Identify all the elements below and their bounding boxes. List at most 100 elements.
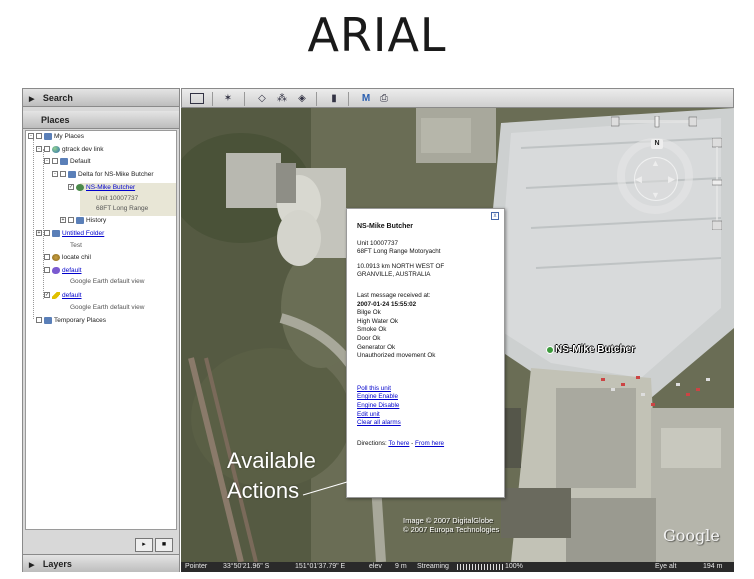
map-view[interactable]: N ▲ ▼ ◀ ▶ NS-Mike Butcher x NS-Mike Butc… bbox=[181, 108, 734, 562]
toolbar: ✶ ◇ ⁂ ◈ ▮ M ⎙ bbox=[181, 88, 734, 108]
tree-item-link[interactable]: NS-Mike Butcher bbox=[86, 184, 135, 191]
gear-icon bbox=[52, 253, 60, 261]
email-icon[interactable]: M bbox=[360, 93, 372, 104]
polygon-add-icon[interactable]: ◇ bbox=[256, 93, 268, 104]
collapse-toggle-icon[interactable]: - bbox=[52, 171, 58, 178]
play-button[interactable]: ▸ bbox=[135, 538, 153, 552]
tree-item-link[interactable]: default bbox=[62, 292, 82, 299]
close-icon[interactable]: x bbox=[491, 212, 499, 220]
arrow-left-icon[interactable]: ◀ bbox=[635, 174, 642, 185]
sidebar-toggle-icon[interactable] bbox=[190, 93, 204, 104]
toolbar-separator bbox=[244, 92, 245, 106]
directions-to-here-link[interactable]: To here bbox=[388, 440, 409, 447]
engine-disable-link[interactable]: Engine Disable bbox=[357, 402, 399, 409]
folder-icon bbox=[60, 157, 68, 165]
placemark-icon bbox=[76, 183, 84, 191]
copyright-line: © 2007 Europa Technologies bbox=[403, 525, 500, 534]
expand-toggle-icon[interactable]: + bbox=[60, 217, 66, 224]
elevation-value: 9 m bbox=[395, 563, 407, 570]
tree-guide bbox=[43, 149, 44, 299]
tree-item-untitled[interactable]: + Untitled Folder bbox=[36, 229, 104, 239]
collapse-toggle-icon[interactable]: - bbox=[36, 146, 42, 153]
checkbox[interactable] bbox=[44, 230, 50, 237]
collapse-toggle-icon[interactable]: - bbox=[28, 133, 34, 140]
arrow-right-icon[interactable]: ▶ bbox=[668, 174, 675, 185]
expand-toggle-icon[interactable]: + bbox=[36, 230, 42, 237]
streaming-label: Streaming bbox=[417, 563, 449, 570]
tree-item-link[interactable]: Untitled Folder bbox=[62, 230, 104, 237]
tree-item-delta[interactable]: - Delta for NS-Mike Butcher bbox=[52, 170, 154, 180]
poll-unit-link[interactable]: Poll this unit bbox=[357, 385, 391, 392]
overlay-add-icon[interactable]: ◈ bbox=[296, 93, 308, 104]
directions-from-here-link[interactable]: From here bbox=[415, 440, 444, 447]
checkbox[interactable] bbox=[44, 267, 50, 274]
tree-item-link[interactable]: default bbox=[62, 267, 82, 274]
tree-item-locate[interactable]: locate chil bbox=[44, 253, 91, 263]
tree-item-default-folder[interactable]: - Default bbox=[44, 157, 91, 167]
tree-item-placemark[interactable]: ✓ NS-Mike Butcher bbox=[68, 183, 135, 193]
status-line: Generator Ok bbox=[357, 343, 396, 351]
collapse-toggle-icon[interactable]: - bbox=[44, 158, 50, 165]
balloon-title: NS-Mike Butcher bbox=[357, 223, 414, 230]
arrow-down-icon[interactable]: ▼ bbox=[651, 190, 660, 200]
tree-item-my-places[interactable]: - My Places bbox=[28, 132, 84, 142]
checkbox[interactable] bbox=[52, 158, 58, 165]
checkbox-checked[interactable]: ✓ bbox=[44, 292, 50, 299]
engine-enable-link[interactable]: Engine Enable bbox=[357, 393, 398, 400]
print-icon[interactable]: ⎙ bbox=[378, 93, 390, 104]
checkbox[interactable] bbox=[68, 217, 74, 224]
tree-item-test: Test bbox=[70, 242, 82, 249]
placemark-marker-icon[interactable] bbox=[546, 346, 554, 354]
tree-item-default-1[interactable]: default bbox=[44, 266, 82, 276]
search-panel-label: Search bbox=[42, 93, 73, 103]
tilt-slider[interactable] bbox=[611, 116, 697, 128]
tree-guide bbox=[33, 139, 34, 319]
checkbox[interactable] bbox=[44, 254, 50, 261]
arrow-up-icon[interactable]: ▲ bbox=[651, 158, 660, 168]
balloon-location: 10.0913 km NORTH WEST OF bbox=[357, 262, 445, 270]
ruler-icon[interactable]: ▮ bbox=[328, 93, 340, 104]
tree-item-label: Temporary Places bbox=[54, 317, 107, 324]
checkbox[interactable] bbox=[60, 171, 66, 178]
directions-label: Directions: bbox=[357, 439, 387, 447]
clear-alarms-link[interactable]: Clear all alarms bbox=[357, 419, 401, 426]
places-panel-header[interactable]: Places bbox=[23, 111, 179, 129]
balloon-vessel: 68FT Long Range Motoryacht bbox=[357, 248, 441, 256]
checkbox[interactable] bbox=[36, 317, 42, 324]
tree-item-temporary[interactable]: Temporary Places bbox=[36, 316, 106, 326]
toolbar-separator bbox=[348, 92, 349, 106]
status-bar: Pointer 33°50'21.96" S 151°01'37.79" E e… bbox=[181, 562, 734, 572]
copyright-line: Image © 2007 DigitalGlobe bbox=[403, 516, 494, 525]
tour-controls: ▸ ■ bbox=[133, 533, 173, 552]
tree-item-label: locate chil bbox=[62, 254, 91, 261]
checkbox-checked[interactable]: ✓ bbox=[68, 184, 74, 191]
tree-item-default-2[interactable]: ✓ default bbox=[44, 291, 82, 301]
balloon-unit: Unit 10007737 bbox=[357, 239, 398, 247]
placemark-map-label[interactable]: NS-Mike Butcher bbox=[555, 344, 635, 355]
checkbox[interactable] bbox=[36, 133, 42, 140]
slide-title: ARIAL bbox=[307, 8, 447, 62]
balloon-timestamp: 2007-01-24 15:55:02 bbox=[357, 300, 417, 308]
tree-item-history[interactable]: + History bbox=[60, 216, 106, 226]
stop-button[interactable]: ■ bbox=[155, 538, 173, 552]
north-button[interactable]: N bbox=[651, 139, 663, 149]
expand-arrow-icon: ▶ bbox=[29, 562, 35, 569]
layers-panel-header[interactable]: ▶ Layers bbox=[23, 554, 179, 572]
tree-item-label: History bbox=[86, 217, 107, 224]
path-add-icon[interactable]: ⁂ bbox=[276, 93, 288, 104]
sidebar-panel: ▶ Search Places - My Places - gtrack dev l… bbox=[22, 88, 180, 572]
toolbar-separator bbox=[212, 92, 213, 106]
eye-altitude-value: 194 m bbox=[703, 563, 723, 570]
search-panel-header[interactable]: ▶ Search bbox=[23, 89, 179, 107]
placemark-add-icon[interactable]: ✶ bbox=[222, 93, 234, 104]
status-line: Door Ok bbox=[357, 334, 381, 342]
pointer-latitude: 33°50'21.96" S bbox=[223, 563, 270, 570]
network-link-icon bbox=[52, 145, 60, 153]
placemark-unit-text: Unit 10007737 bbox=[96, 195, 139, 202]
tree-item-gtrack[interactable]: - gtrack dev link bbox=[36, 145, 104, 155]
checkbox[interactable] bbox=[44, 146, 50, 153]
folder-icon bbox=[44, 132, 52, 140]
edit-unit-link[interactable]: Edit unit bbox=[357, 411, 380, 418]
tree-item-label: gtrack dev link bbox=[62, 146, 104, 153]
zoom-slider[interactable] bbox=[712, 138, 722, 230]
